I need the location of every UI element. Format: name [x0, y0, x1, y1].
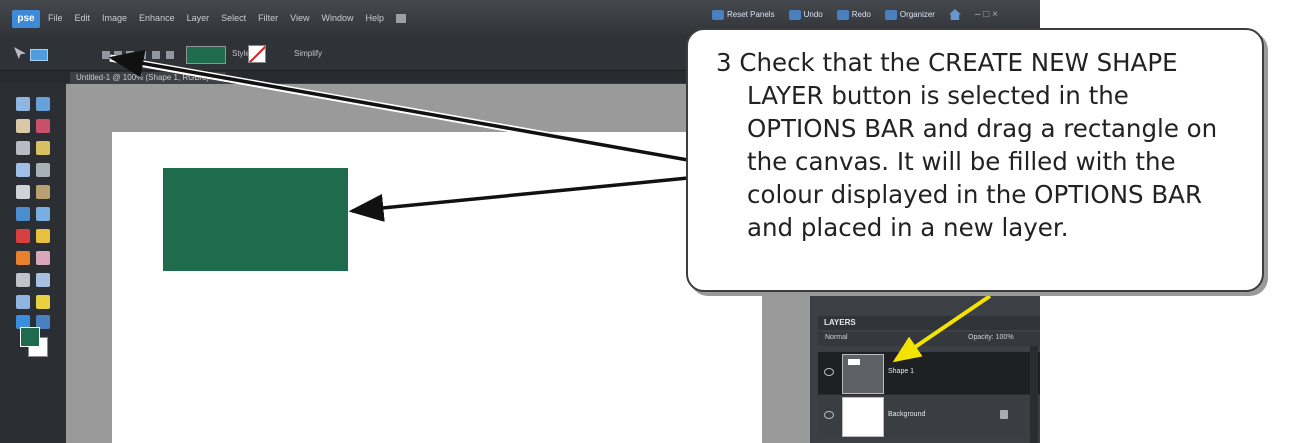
menu-select[interactable]: Select	[221, 13, 246, 23]
subtract-shape-area-button[interactable]	[126, 51, 134, 59]
create-new-shape-layer-button[interactable]	[102, 51, 110, 59]
redo-button[interactable]: Redo	[836, 9, 871, 20]
type-tool[interactable]	[16, 185, 30, 199]
intersect-shape-area-button[interactable]	[138, 51, 146, 59]
paint-bucket-tool[interactable]	[16, 295, 30, 309]
redo-icon	[836, 9, 849, 20]
smart-brush-tool[interactable]	[36, 273, 50, 287]
exclude-shape-area-button[interactable]	[152, 51, 160, 59]
organizer-button[interactable]: Organizer	[884, 9, 935, 20]
simplify-button[interactable]: Simplify	[294, 49, 322, 58]
menu-file[interactable]: File	[48, 13, 63, 23]
foreground-color-swatch[interactable]	[20, 327, 40, 347]
top-right-buttons: Reset Panels Undo Redo Organizer – □ ×	[712, 9, 998, 20]
undo-label: Undo	[803, 10, 823, 19]
menu-view[interactable]: View	[290, 13, 309, 23]
undo-button[interactable]: Undo	[788, 9, 823, 20]
menu-filter[interactable]: Filter	[258, 13, 278, 23]
home-icon[interactable]	[948, 9, 961, 20]
shape-options-button[interactable]	[166, 51, 174, 59]
healing-brush-tool[interactable]	[36, 229, 50, 243]
instruction-text: 3 Check that the CREATE NEW SHAPE LAYER …	[716, 48, 1218, 242]
straighten-tool[interactable]	[36, 207, 50, 221]
document-tab[interactable]: Untitled-1 @ 100% (Shape 1, RGB/8)	[70, 72, 226, 84]
opacity-control[interactable]: Opacity: 100%	[968, 334, 1014, 341]
layer-row-shape-1[interactable]: Shape 1	[818, 352, 1040, 394]
workspace-grid-icon[interactable]	[396, 14, 406, 23]
redo-label: Redo	[851, 10, 871, 19]
zoom-tool[interactable]	[36, 97, 50, 111]
clone-stamp-tool[interactable]	[16, 251, 30, 265]
reset-panels-label: Reset Panels	[727, 10, 775, 19]
magic-wand-tool[interactable]	[16, 163, 30, 177]
marquee-tool[interactable]	[16, 141, 30, 155]
move-tool[interactable]	[16, 97, 30, 111]
gradient-tool[interactable]	[36, 295, 50, 309]
add-to-shape-area-button[interactable]	[114, 51, 122, 59]
brush-tool[interactable]	[16, 273, 30, 287]
shape-color-swatch[interactable]	[186, 46, 226, 64]
move-tool-icon[interactable]	[14, 47, 26, 59]
menu-enhance[interactable]: Enhance	[139, 13, 175, 23]
window-controls[interactable]: – □ ×	[975, 9, 998, 20]
quick-selection-tool[interactable]	[36, 163, 50, 177]
layer-thumbnail	[842, 354, 884, 394]
eyedropper-tool[interactable]	[36, 119, 50, 133]
green-rectangle-shape[interactable]	[163, 168, 348, 271]
blend-mode-select[interactable]: Normal	[825, 334, 848, 341]
menu-edit[interactable]: Edit	[75, 13, 91, 23]
eraser-tool[interactable]	[36, 251, 50, 265]
cookie-cutter-tool[interactable]	[16, 207, 30, 221]
lock-icon	[1000, 410, 1008, 419]
main-menu: File Edit Image Enhance Layer Select Fil…	[48, 13, 406, 23]
layer-name: Shape 1	[888, 368, 915, 375]
organizer-label: Organizer	[899, 10, 935, 19]
menu-window[interactable]: Window	[321, 13, 353, 23]
reset-panels-icon	[712, 9, 724, 20]
opacity-label: Opacity:	[968, 334, 994, 341]
style-picker-button[interactable]	[248, 45, 266, 63]
hand-tool[interactable]	[16, 119, 30, 133]
opacity-value: 100%	[995, 334, 1014, 341]
instruction-callout: 3 Check that the CREATE NEW SHAPE LAYER …	[686, 28, 1264, 292]
menu-layer[interactable]: Layer	[187, 13, 210, 23]
toolbox	[0, 83, 67, 443]
app-logo: pse	[12, 10, 40, 28]
layers-panel-header: LAYERS	[818, 316, 1040, 330]
organizer-icon	[884, 9, 897, 20]
lasso-tool[interactable]	[36, 141, 50, 155]
red-eye-tool[interactable]	[16, 229, 30, 243]
crop-tool[interactable]	[36, 185, 50, 199]
menu-image[interactable]: Image	[102, 13, 127, 23]
layer-row-background[interactable]: Background	[818, 394, 1040, 437]
visibility-eye-icon[interactable]	[824, 411, 834, 419]
layer-name: Background	[888, 411, 926, 418]
menu-help[interactable]: Help	[365, 13, 384, 23]
layers-scrollbar[interactable]	[1030, 346, 1038, 443]
undo-icon	[788, 9, 801, 20]
layer-thumbnail	[842, 397, 884, 437]
visibility-eye-icon[interactable]	[824, 368, 834, 376]
rectangle-tool-icon[interactable]	[30, 49, 48, 61]
reset-panels-button[interactable]: Reset Panels	[712, 9, 775, 20]
